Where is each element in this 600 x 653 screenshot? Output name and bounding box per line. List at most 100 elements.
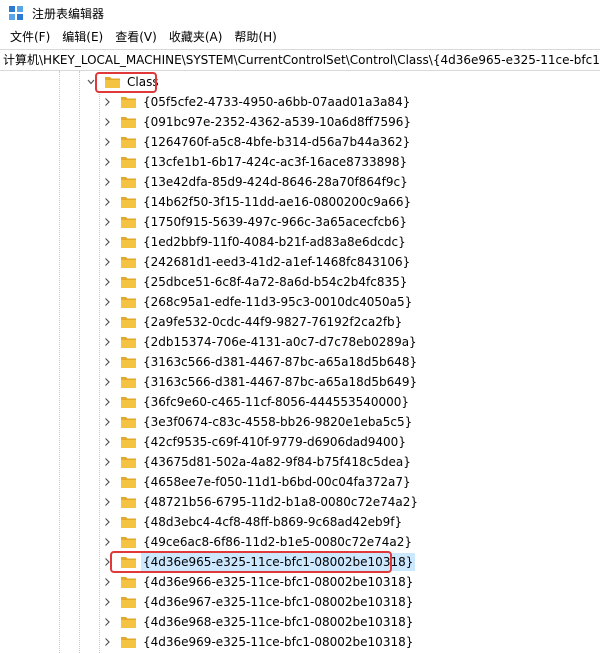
- folder-icon: [121, 517, 136, 528]
- tree-item[interactable]: {3163c566-d381-4467-87bc-a65a18d5b649}: [102, 372, 419, 392]
- tree-item[interactable]: {1ed2bbf9-11f0-4084-b21f-ad83a8e6dcdc}: [102, 232, 408, 252]
- tree-guide-line: [99, 91, 100, 653]
- chevron-right-icon[interactable]: [102, 632, 112, 652]
- menu-file[interactable]: 文件(F): [4, 27, 56, 47]
- chevron-right-icon[interactable]: [102, 392, 112, 412]
- chevron-right-icon[interactable]: [102, 452, 112, 472]
- menu-view[interactable]: 查看(V): [109, 27, 163, 47]
- folder-icon: [121, 477, 136, 488]
- chevron-right-icon[interactable]: [102, 572, 112, 592]
- tree-item[interactable]: {05f5cfe2-4733-4950-a6bb-07aad01a3a84}: [102, 92, 412, 112]
- tree-guide-line: [79, 71, 80, 653]
- tree-item[interactable]: {13e42dfa-85d9-424d-8646-28a70f864f9c}: [102, 172, 410, 192]
- tree-item[interactable]: {4d36e967-e325-11ce-bfc1-08002be10318}: [102, 592, 415, 612]
- chevron-right-icon[interactable]: [102, 432, 112, 452]
- folder-icon: [121, 217, 136, 228]
- chevron-right-icon[interactable]: [102, 172, 112, 192]
- folder-icon: [121, 97, 136, 108]
- chevron-right-icon[interactable]: [102, 152, 112, 172]
- tree-item-label: {1ed2bbf9-11f0-4084-b21f-ad83a8e6dcdc}: [143, 235, 406, 249]
- tree-item-label: {091bc97e-2352-4362-a539-10a6d8ff7596}: [143, 115, 412, 129]
- tree-item[interactable]: {14b62f50-3f15-11dd-ae16-0800200c9a66}: [102, 192, 413, 212]
- tree-item[interactable]: {3e3f0674-c83c-4558-bb26-9820e1eba5c5}: [102, 412, 414, 432]
- tree-item-label: {3163c566-d381-4467-87bc-a65a18d5b648}: [143, 355, 418, 369]
- chevron-right-icon[interactable]: [102, 292, 112, 312]
- folder-icon: [121, 457, 136, 468]
- tree-item-label: {2a9fe532-0cdc-44f9-9827-76192f2ca2fb}: [143, 315, 403, 329]
- folder-icon: [121, 197, 136, 208]
- chevron-right-icon[interactable]: [102, 512, 112, 532]
- chevron-right-icon[interactable]: [102, 372, 112, 392]
- tree-item[interactable]: {42cf9535-c69f-410f-9779-d6906dad9400}: [102, 432, 408, 452]
- folder-icon: [121, 157, 136, 168]
- tree-item[interactable]: {49ce6ac8-6f86-11d2-b1e5-0080c72e74a2}: [102, 532, 414, 552]
- tree-item-label: {3163c566-d381-4467-87bc-a65a18d5b649}: [143, 375, 418, 389]
- chevron-right-icon[interactable]: [102, 132, 112, 152]
- chevron-right-icon[interactable]: [102, 492, 112, 512]
- folder-icon: [121, 297, 136, 308]
- folder-icon: [121, 417, 136, 428]
- chevron-right-icon[interactable]: [102, 612, 112, 632]
- tree-item[interactable]: {4d36e966-e325-11ce-bfc1-08002be10318}: [102, 572, 415, 592]
- tree-item-label: {2db15374-706e-4131-a0c7-d7c78eb0289a}: [143, 335, 417, 349]
- tree-item[interactable]: {4658ee7e-f050-11d1-b6bd-00c04fa372a7}: [102, 472, 413, 492]
- tree-item[interactable]: {1750f915-5639-497c-966c-3a65acecfcb6}: [102, 212, 409, 232]
- tree-guide-line: [59, 71, 60, 653]
- tree-item-label: {4d36e966-e325-11ce-bfc1-08002be10318}: [143, 575, 414, 589]
- folder-icon: [121, 137, 136, 148]
- folder-icon: [121, 237, 136, 248]
- tree-item[interactable]: {3163c566-d381-4467-87bc-a65a18d5b648}: [102, 352, 419, 372]
- address-bar[interactable]: 计算机\HKEY_LOCAL_MACHINE\SYSTEM\CurrentCon…: [0, 49, 600, 71]
- chevron-right-icon[interactable]: [102, 412, 112, 432]
- tree-item[interactable]: {13cfe1b1-6b17-424c-ac3f-16ace8733898}: [102, 152, 409, 172]
- tree-item[interactable]: {091bc97e-2352-4362-a539-10a6d8ff7596}: [102, 112, 413, 132]
- folder-icon: [121, 277, 136, 288]
- tree-item[interactable]: {48d3ebc4-4cf8-48ff-b869-9c68ad42eb9f}: [102, 512, 404, 532]
- menu-help[interactable]: 帮助(H): [228, 27, 282, 47]
- tree-item[interactable]: {4d36e968-e325-11ce-bfc1-08002be10318}: [102, 612, 415, 632]
- chevron-right-icon[interactable]: [102, 252, 112, 272]
- tree-item-label: {4d36e969-e325-11ce-bfc1-08002be10318}: [143, 635, 414, 649]
- tree-item-label: {4658ee7e-f050-11d1-b6bd-00c04fa372a7}: [143, 475, 411, 489]
- chevron-right-icon[interactable]: [102, 332, 112, 352]
- tree-item-label: {42cf9535-c69f-410f-9779-d6906dad9400}: [143, 435, 406, 449]
- menu-favorites[interactable]: 收藏夹(A): [163, 27, 229, 47]
- chevron-right-icon[interactable]: [102, 312, 112, 332]
- chevron-right-icon[interactable]: [102, 192, 112, 212]
- registry-tree[interactable]: Class {05f5cfe2-4733-4950-a6bb-07aad01a3a…: [0, 71, 600, 653]
- chevron-right-icon[interactable]: [102, 352, 112, 372]
- tree-item-label: {1750f915-5639-497c-966c-3a65acecfcb6}: [143, 215, 408, 229]
- tree-item[interactable]: {48721b56-6795-11d2-b1a8-0080c72e74a2}: [102, 492, 420, 512]
- chevron-right-icon[interactable]: [102, 592, 112, 612]
- chevron-right-icon[interactable]: [102, 532, 112, 552]
- tree-item[interactable]: {2a9fe532-0cdc-44f9-9827-76192f2ca2fb}: [102, 312, 404, 332]
- tree-item[interactable]: {36fc9e60-c465-11cf-8056-444553540000}: [102, 392, 411, 412]
- tree-item[interactable]: {1264760f-a5c8-4bfe-b314-d56a7b44a362}: [102, 132, 412, 152]
- tree-item-label: {13cfe1b1-6b17-424c-ac3f-16ace8733898}: [143, 155, 408, 169]
- tree-item[interactable]: {25dbce51-6c8f-4a72-8a6d-b54c2b4fc835}: [102, 272, 409, 292]
- chevron-right-icon[interactable]: [102, 472, 112, 492]
- folder-icon: [121, 617, 136, 628]
- folder-icon: [121, 437, 136, 448]
- tree-item[interactable]: {4d36e969-e325-11ce-bfc1-08002be10318}: [102, 632, 415, 652]
- folder-icon: [121, 497, 136, 508]
- chevron-right-icon[interactable]: [102, 112, 112, 132]
- folder-icon: [121, 257, 136, 268]
- chevron-right-icon[interactable]: [102, 272, 112, 292]
- selected-highlight-box: [110, 551, 392, 573]
- tree-item-label: {25dbce51-6c8f-4a72-8a6d-b54c2b4fc835}: [143, 275, 408, 289]
- tree-item[interactable]: {43675d81-502a-4a82-9f84-b75f418c5dea}: [102, 452, 413, 472]
- tree-item-label: {14b62f50-3f15-11dd-ae16-0800200c9a66}: [143, 195, 412, 209]
- tree-item[interactable]: {242681d1-eed3-41d2-a1ef-1468fc843106}: [102, 252, 412, 272]
- folder-icon: [121, 637, 136, 648]
- folder-icon: [121, 597, 136, 608]
- menu-edit[interactable]: 编辑(E): [56, 27, 109, 47]
- tree-item[interactable]: {2db15374-706e-4131-a0c7-d7c78eb0289a}: [102, 332, 419, 352]
- chevron-right-icon[interactable]: [102, 232, 112, 252]
- chevron-right-icon[interactable]: [102, 212, 112, 232]
- tree-item-label: {05f5cfe2-4733-4950-a6bb-07aad01a3a84}: [143, 95, 411, 109]
- chevron-right-icon[interactable]: [102, 92, 112, 112]
- tree-item-label: {49ce6ac8-6f86-11d2-b1e5-0080c72e74a2}: [143, 535, 413, 549]
- tree-item[interactable]: {268c95a1-edfe-11d3-95c3-0010dc4050a5}: [102, 292, 414, 312]
- window-title: 注册表编辑器: [32, 6, 105, 21]
